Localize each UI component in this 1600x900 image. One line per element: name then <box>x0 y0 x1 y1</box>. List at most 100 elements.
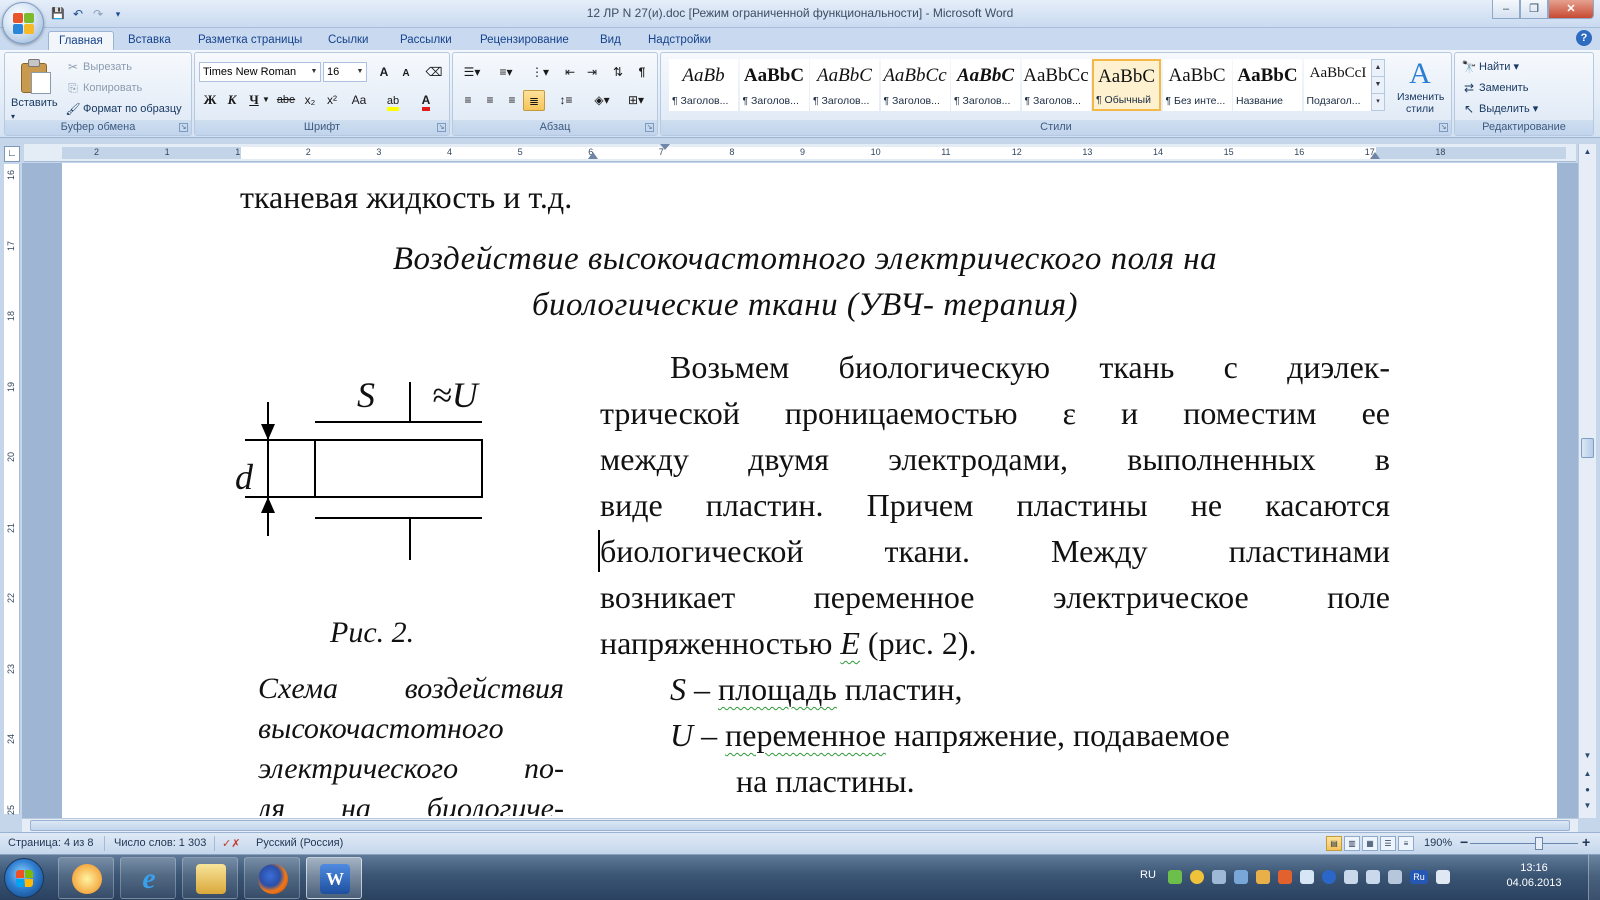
select-button[interactable]: ↖ Выделить ▾ <box>1461 99 1538 119</box>
align-right-icon[interactable]: ≡ <box>501 90 523 111</box>
styles-gallery-scroll[interactable]: ▲ ▼ ▾ <box>1371 59 1385 111</box>
style-gallery-item[interactable]: AaBbCcI Подзагол... <box>1303 59 1373 111</box>
tab-page-layout[interactable]: Разметка страницы <box>188 31 312 50</box>
scroll-up-icon[interactable]: ▲ <box>1372 60 1384 77</box>
bullets-icon[interactable]: ☰▾ <box>457 62 487 83</box>
scroll-up-icon[interactable]: ▲ <box>1581 146 1594 159</box>
styles-launcher-icon[interactable]: ↘ <box>1439 123 1448 132</box>
italic-button[interactable]: К <box>221 90 243 111</box>
first-line-indent-marker[interactable] <box>660 144 670 150</box>
right-indent-marker[interactable] <box>1370 152 1380 159</box>
clipboard-launcher-icon[interactable]: ↘ <box>179 123 188 132</box>
clock[interactable]: 13:16 04.06.2013 <box>1498 861 1570 891</box>
scroll-down-icon[interactable]: ▼ <box>1372 77 1384 94</box>
align-center-icon[interactable]: ≡ <box>479 90 501 111</box>
tray-device-icon[interactable] <box>1366 870 1380 884</box>
print-layout-view-icon[interactable]: ▤ <box>1326 836 1342 851</box>
taskbar-firefox[interactable] <box>244 857 300 899</box>
office-button[interactable] <box>2 2 44 44</box>
style-gallery-item[interactable]: AaBbC ¶ Заголов... <box>739 59 809 111</box>
maximize-button[interactable]: ❐ <box>1520 0 1548 19</box>
next-page-icon[interactable]: ▼ <box>1581 800 1594 813</box>
style-gallery-item[interactable]: AaBbC ¶ Заголов... <box>810 59 879 111</box>
keyboard-layout-icon[interactable]: Ru <box>1410 870 1428 884</box>
numbering-icon[interactable]: ≡▾ <box>491 62 521 83</box>
zoom-slider-track[interactable] <box>1470 843 1578 844</box>
justify-icon[interactable]: ≣ <box>523 90 545 111</box>
superscript-button[interactable]: x² <box>321 90 343 111</box>
web-layout-view-icon[interactable]: ▦ <box>1362 836 1378 851</box>
subscript-button[interactable]: x₂ <box>299 90 321 111</box>
draft-view-icon[interactable]: ≡ <box>1398 836 1414 851</box>
taskbar-internet-explorer[interactable]: e <box>120 857 176 899</box>
tab-review[interactable]: Рецензирование <box>470 31 579 50</box>
browse-object-icon[interactable]: ● <box>1581 784 1594 797</box>
style-gallery-item[interactable]: AaBbC ¶ Обычный <box>1092 59 1161 111</box>
tray-sync-icon[interactable] <box>1300 870 1314 884</box>
more-styles-icon[interactable]: ▾ <box>1372 94 1384 111</box>
minimize-button[interactable]: – <box>1492 0 1520 19</box>
zoom-in-button[interactable]: + <box>1582 834 1590 850</box>
tab-insert[interactable]: Вставка <box>118 31 181 50</box>
bluetooth-icon[interactable] <box>1322 870 1336 884</box>
change-styles-button[interactable]: A Изменить стили <box>1397 57 1444 115</box>
strikethrough-button[interactable]: abe <box>275 90 297 111</box>
page-indicator[interactable]: Страница: 4 из 8 <box>8 837 94 849</box>
font-color-button[interactable]: A <box>413 90 439 111</box>
close-button[interactable]: ✕ <box>1548 0 1594 19</box>
style-gallery-item[interactable]: AaBb ¶ Заголов... <box>669 59 738 111</box>
spelling-check-icon[interactable]: ✓✗ <box>222 837 240 850</box>
bold-button[interactable]: Ж <box>199 90 221 111</box>
vertical-scrollbar[interactable]: ▲ ▼ ▲ ● ▼ <box>1578 144 1596 818</box>
tray-flag-icon[interactable] <box>1436 870 1450 884</box>
full-screen-reading-view-icon[interactable]: ▥ <box>1344 836 1360 851</box>
style-gallery-item[interactable]: AaBbCc ¶ Заголов... <box>880 59 950 111</box>
decrease-indent-icon[interactable]: ⇤ <box>559 62 581 83</box>
vertical-ruler[interactable]: 16 17 18 19 20 21 22 23 24 25 <box>4 164 20 815</box>
find-button[interactable]: 🔭 Найти ▾ <box>1461 57 1519 77</box>
copy-button[interactable]: ⎘ Копировать <box>65 78 142 98</box>
horizontal-scroll-thumb[interactable] <box>30 820 1570 831</box>
tray-display-icon[interactable] <box>1234 870 1248 884</box>
word-count[interactable]: Число слов: 1 303 <box>114 837 206 849</box>
font-size-combo[interactable]: 16 ▼ <box>323 62 367 82</box>
zoom-level[interactable]: 190% <box>1424 837 1452 849</box>
tab-view[interactable]: Вид <box>590 31 631 50</box>
left-indent-marker[interactable] <box>588 152 598 159</box>
tab-home[interactable]: Главная <box>48 31 114 50</box>
paste-button[interactable]: Вставить <box>11 93 58 113</box>
outline-view-icon[interactable]: ☰ <box>1380 836 1396 851</box>
multilevel-list-icon[interactable]: ⋮▾ <box>525 62 555 83</box>
change-case-button[interactable]: Aa <box>345 90 373 111</box>
previous-page-icon[interactable]: ▲ <box>1581 768 1594 781</box>
horizontal-scrollbar[interactable] <box>22 818 1578 832</box>
increase-indent-icon[interactable]: ⇥ <box>581 62 603 83</box>
language-indicator[interactable]: Русский (Россия) <box>256 837 343 849</box>
highlight-button[interactable]: ab <box>379 90 407 111</box>
taskbar-media-player[interactable] <box>58 857 114 899</box>
taskbar-explorer[interactable] <box>182 857 238 899</box>
tab-addins[interactable]: Надстройки <box>638 31 721 50</box>
chevron-down-icon[interactable]: ▼ <box>354 63 366 81</box>
show-formatting-icon[interactable]: ¶ <box>631 62 653 83</box>
tray-network-status-icon[interactable] <box>1388 870 1402 884</box>
cut-button[interactable]: ✂ Вырезать <box>65 57 132 77</box>
tab-mailings[interactable]: Рассылки <box>390 31 462 50</box>
tray-tools-icon[interactable] <box>1212 870 1226 884</box>
zoom-slider-knob[interactable] <box>1535 837 1543 850</box>
vertical-scroll-thumb[interactable] <box>1581 438 1594 458</box>
font-launcher-icon[interactable]: ↘ <box>437 123 446 132</box>
paragraph-launcher-icon[interactable]: ↘ <box>645 123 654 132</box>
sort-icon[interactable]: ⇅ <box>607 62 629 83</box>
tray-app-icon[interactable] <box>1278 870 1292 884</box>
start-button[interactable] <box>4 858 44 898</box>
horizontal-ruler[interactable]: 2 1 1 2 3 4 5 6 7 8 9 10 11 12 13 14 15 16 17 18 <box>24 144 1576 162</box>
borders-icon[interactable]: ⊞▾ <box>621 90 651 111</box>
taskbar-word[interactable]: W <box>306 857 362 899</box>
align-left-icon[interactable]: ≡ <box>457 90 479 111</box>
chevron-down-icon[interactable]: ▼ <box>308 63 320 81</box>
shading-icon[interactable]: ◈▾ <box>587 90 617 111</box>
tab-selector-icon[interactable]: ∟ <box>4 146 20 162</box>
tray-network-icon[interactable] <box>1168 870 1182 884</box>
paste-icon[interactable] <box>19 59 53 95</box>
